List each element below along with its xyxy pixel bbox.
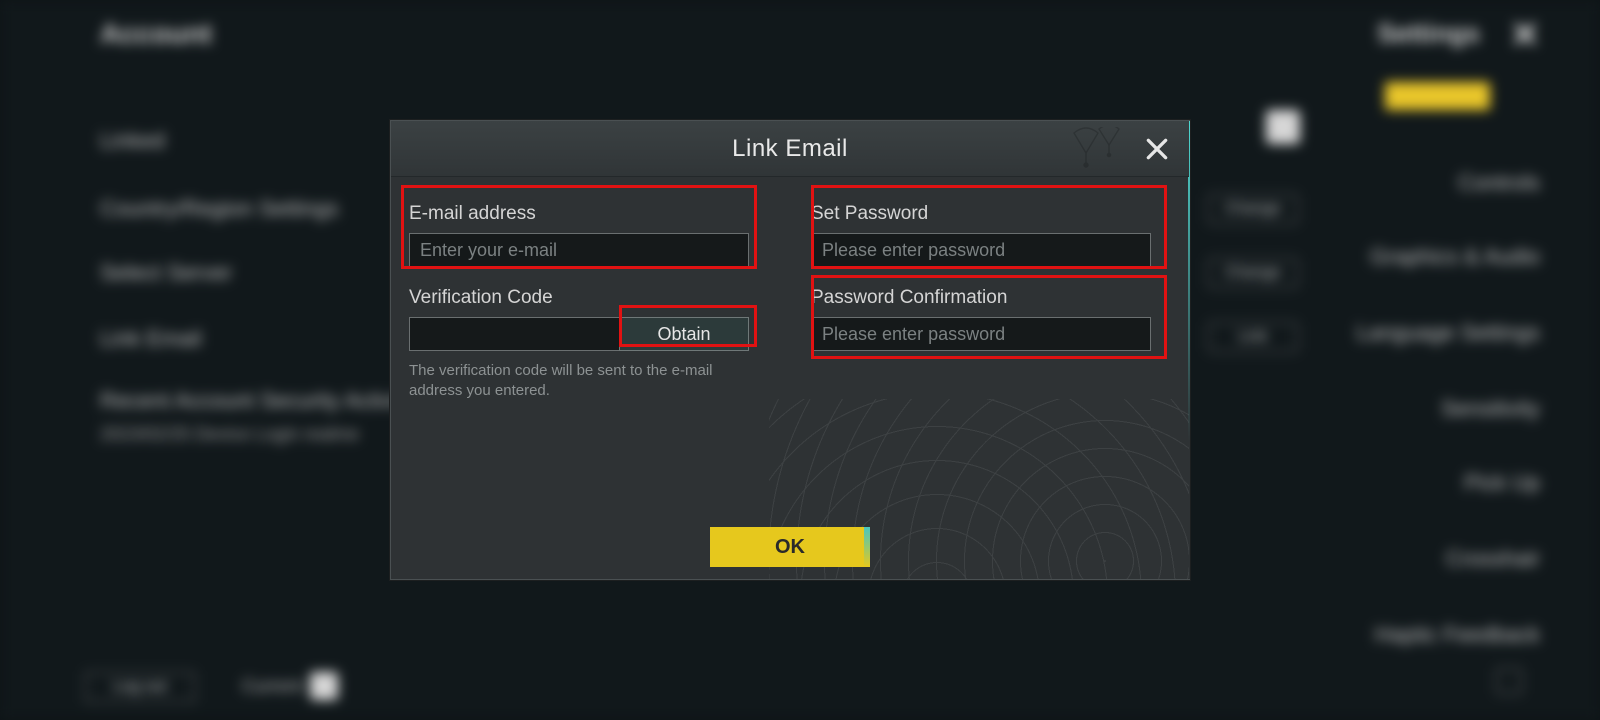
modal-header: Link Email — [391, 121, 1189, 177]
password-input[interactable] — [811, 233, 1151, 267]
bg-tab-sensitivity: Sensitivity — [1320, 396, 1540, 422]
bg-logout-button: Log out — [85, 672, 195, 702]
bg-current-label: Current — [242, 676, 302, 697]
ok-button[interactable]: OK — [710, 527, 870, 567]
verification-hint: The verification code will be sent to th… — [409, 361, 759, 402]
email-group: E-mail address — [409, 203, 769, 267]
bg-menu-server: Select Server — [100, 260, 232, 286]
modal-body: E-mail address Verification Code Obtain … — [391, 177, 1189, 517]
confirm-password-group: Password Confirmation — [811, 287, 1171, 351]
parachute-art-icon — [1019, 127, 1129, 171]
bg-menu-region: Country/Region Settings — [100, 196, 338, 222]
modal-title: Link Email — [732, 135, 848, 162]
password-group: Set Password — [811, 203, 1171, 267]
modal-footer: OK — [391, 515, 1189, 579]
bg-menu-link-email: Link Email — [100, 326, 201, 352]
bg-customer-service-icon — [1496, 668, 1522, 694]
bg-tab-controls: Controls — [1320, 170, 1540, 196]
bg-menu-security: Recent Account Security Activity — [100, 388, 414, 414]
bg-change-button-1: Change — [1208, 194, 1298, 224]
password-label: Set Password — [811, 203, 1171, 225]
verification-row: Obtain — [409, 317, 769, 351]
bg-tab-pickup: Pick Up — [1320, 470, 1540, 496]
bg-settings-title: Settings — [1377, 18, 1480, 49]
email-input[interactable] — [409, 233, 749, 267]
confirm-password-label: Password Confirmation — [811, 287, 1171, 309]
bg-tab-language: Language Settings — [1320, 320, 1540, 346]
bg-tab-graphics: Graphics & Audio — [1320, 244, 1540, 270]
bg-fingerprint-icon — [1266, 110, 1300, 144]
email-label: E-mail address — [409, 203, 769, 225]
bg-menu-linked: Linked — [100, 128, 165, 154]
bg-change-button-2: Change — [1208, 258, 1298, 288]
close-icon — [1144, 136, 1170, 162]
bg-active-tab-highlight — [1385, 82, 1490, 110]
left-column: E-mail address Verification Code Obtain … — [409, 203, 769, 422]
bg-tab-feedback: Haptic Feedback — [1320, 622, 1540, 648]
bg-link-button: Link — [1208, 322, 1298, 352]
verification-label: Verification Code — [409, 287, 769, 309]
verification-input[interactable] — [409, 317, 619, 351]
bg-current-fingerprint-icon — [310, 672, 338, 700]
verification-group: Verification Code Obtain The verificatio… — [409, 287, 769, 402]
right-column: Set Password Password Confirmation — [811, 203, 1171, 371]
bg-close-icon: ✕ — [1510, 14, 1540, 56]
obtain-button[interactable]: Obtain — [619, 317, 749, 351]
close-button[interactable] — [1139, 131, 1175, 167]
bg-account-title: Account — [100, 18, 212, 50]
confirm-password-input[interactable] — [811, 317, 1151, 351]
bg-menu-security-line: 2023/02/25 Device Login realme — [100, 424, 359, 445]
bg-tab-crosshair: Crosshair — [1320, 546, 1540, 572]
link-email-modal: Link Email E-mail address Verification C… — [390, 120, 1190, 580]
